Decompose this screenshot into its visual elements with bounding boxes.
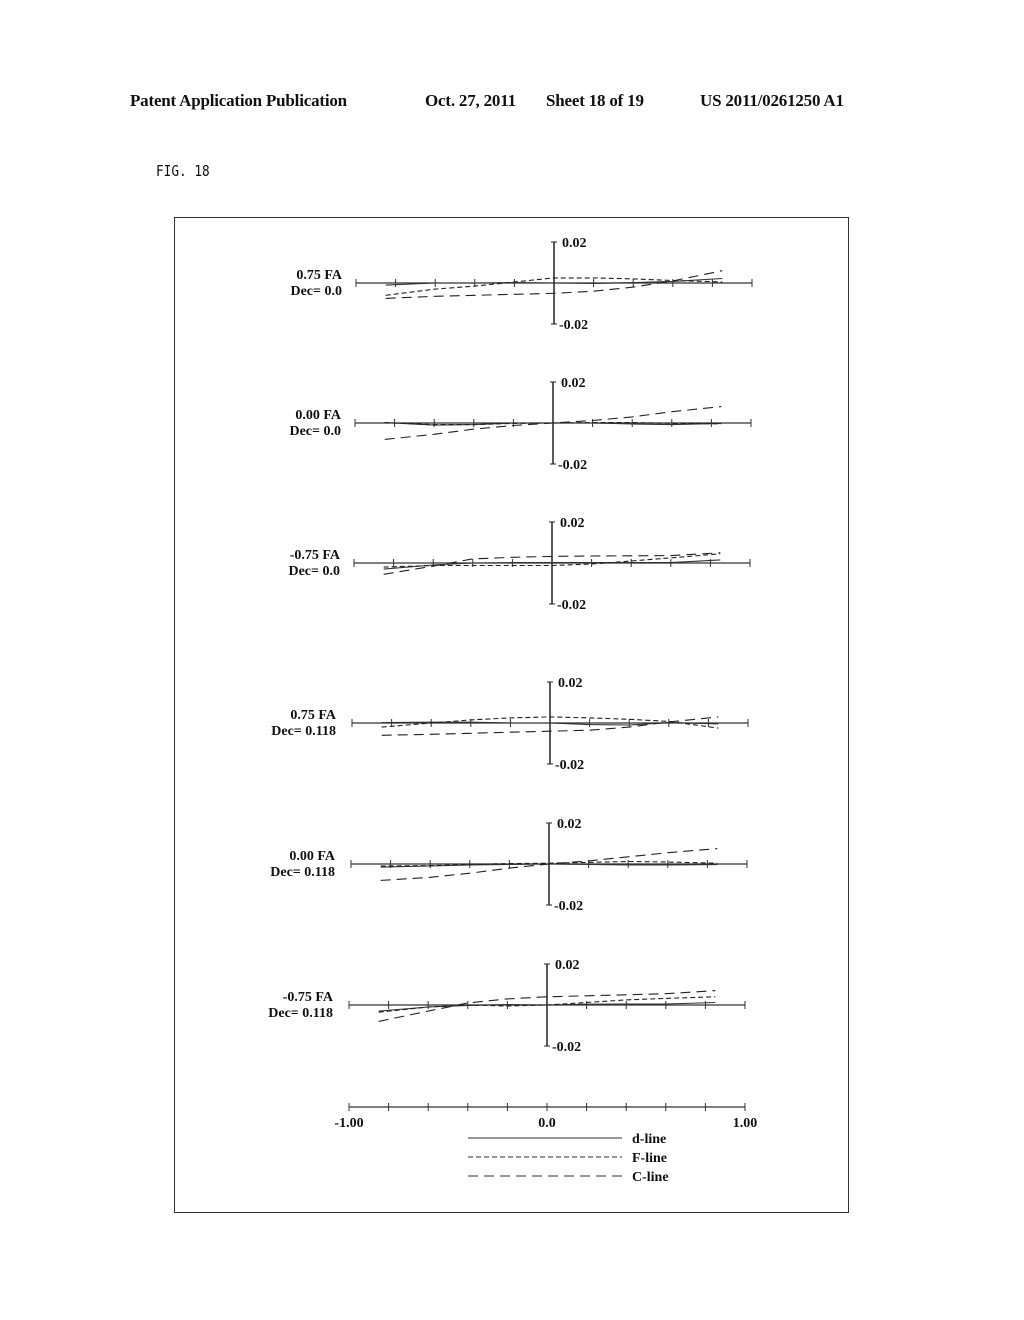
field-label: -0.75 FA (283, 990, 334, 1005)
y-tick-label-bottom: -0.02 (554, 899, 583, 914)
decenter-label: Dec= 0.0 (288, 564, 340, 579)
field-label: 0.00 FA (289, 849, 336, 864)
scale-tick-label: 1.00 (733, 1116, 758, 1131)
y-tick-label-top: 0.02 (562, 236, 587, 251)
decenter-label: Dec= 0.0 (290, 284, 342, 299)
y-tick-label-top: 0.02 (560, 516, 585, 531)
panel-4: 0.02 -0.02 0.75 FADec= 0.118 (271, 676, 749, 773)
field-label: 0.75 FA (290, 708, 337, 723)
scale-tick-label: -1.00 (334, 1116, 363, 1131)
decenter-label: Dec= 0.0 (289, 424, 341, 439)
y-tick-label-bottom: -0.02 (558, 458, 587, 473)
y-tick-label-bottom: -0.02 (559, 318, 588, 333)
panel-5: 0.02 -0.02 0.00 FADec= 0.118 (270, 817, 748, 914)
scale-tick-label: 0.0 (538, 1116, 556, 1131)
decenter-label: Dec= 0.118 (270, 865, 335, 880)
y-tick-label-bottom: -0.02 (557, 598, 586, 613)
panel-6: 0.02 -0.02 -0.75 FADec= 0.118 (268, 958, 746, 1055)
y-tick-label-bottom: -0.02 (555, 758, 584, 773)
legend-label-C-line: C-line (632, 1170, 669, 1185)
panel-1: 0.02 -0.02 0.75 FADec= 0.0 (290, 236, 753, 333)
field-label: 0.75 FA (296, 268, 343, 283)
y-tick-label-top: 0.02 (555, 958, 580, 973)
y-tick-label-top: 0.02 (558, 676, 583, 691)
field-label: 0.00 FA (295, 408, 342, 423)
legend: d-line F-line C-line (468, 1132, 669, 1185)
panel-2: 0.02 -0.02 0.00 FADec= 0.0 (289, 376, 752, 473)
legend-label-d-line: d-line (632, 1132, 666, 1147)
scale-axis: -1.00 0.0 1.00 (334, 1103, 757, 1131)
y-tick-label-bottom: -0.02 (552, 1040, 581, 1055)
field-label: -0.75 FA (290, 548, 341, 563)
y-tick-label-top: 0.02 (561, 376, 586, 391)
aberration-chart: 0.02-0.020.75 FADec= 0.00.02-0.020.00 FA… (268, 236, 757, 1185)
y-tick-label-top: 0.02 (557, 817, 582, 832)
panel-3: 0.02 -0.02 -0.75 FADec= 0.0 (288, 516, 751, 613)
decenter-label: Dec= 0.118 (271, 724, 336, 739)
legend-label-F-line: F-line (632, 1151, 667, 1166)
decenter-label: Dec= 0.118 (268, 1006, 333, 1021)
